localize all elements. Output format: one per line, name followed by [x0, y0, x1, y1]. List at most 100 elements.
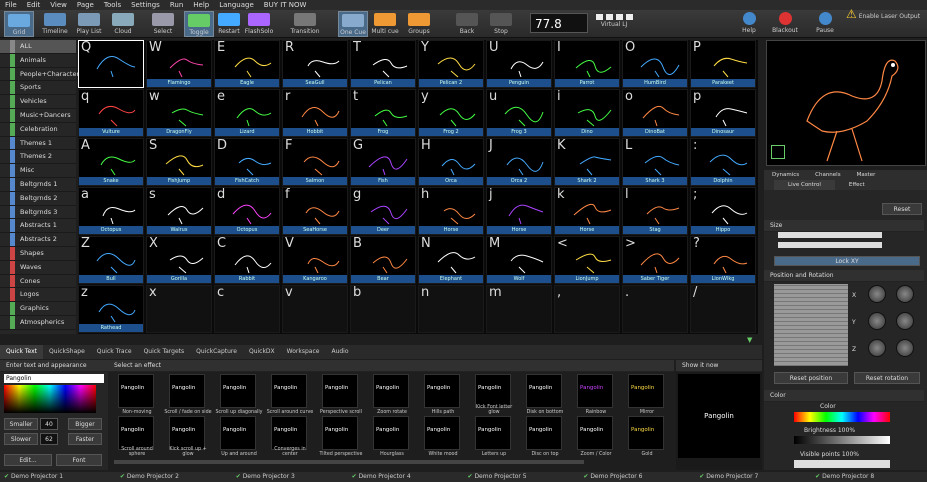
effect-tile[interactable]: Pangolin Hourglass — [373, 416, 409, 457]
cue-cell[interactable]: ; Hippo — [690, 187, 756, 235]
cue-cell[interactable]: h Horse — [418, 187, 484, 235]
position-pad[interactable] — [774, 284, 848, 366]
bottom-tab[interactable]: Quick Targets — [138, 345, 191, 359]
cue-cell[interactable]: r Hobbit — [282, 89, 348, 137]
reset-button[interactable]: Reset — [882, 203, 922, 215]
smaller-button[interactable]: Smaller — [4, 418, 38, 430]
effect-tile[interactable]: Pangolin Disc on top — [526, 416, 562, 457]
toolbar-button-12[interactable]: Back — [452, 11, 482, 37]
size-slider[interactable] — [778, 232, 882, 238]
effect-tile[interactable]: Pangolin Rainbow — [577, 374, 613, 415]
category-item[interactable]: People+Characters — [0, 67, 83, 82]
right-tool-0[interactable]: Help — [736, 11, 762, 37]
cue-cell[interactable]: A Snake — [78, 138, 144, 186]
cue-cell[interactable]: o DinoBat — [622, 89, 688, 137]
toolbar-button-8[interactable]: Transition — [290, 11, 320, 37]
color-palette[interactable] — [4, 385, 96, 413]
toolbar-button-7[interactable]: FlashSolo — [244, 11, 274, 37]
cue-cell[interactable]: P Parakeet — [690, 40, 756, 88]
right-tab[interactable]: Master — [849, 170, 884, 180]
rotation-knob[interactable] — [868, 285, 886, 303]
cue-cell[interactable]: Z Bull — [78, 236, 144, 284]
effect-tile[interactable]: Pangolin Scroll around curve — [267, 374, 313, 415]
projector-item[interactable]: Demo Projector 7 — [695, 472, 811, 482]
cue-cell[interactable]: N Elephant — [418, 236, 484, 284]
cue-cell[interactable]: H Orca — [418, 138, 484, 186]
right-tab[interactable]: Live Control — [774, 180, 835, 190]
category-item[interactable]: Themes 2 — [0, 150, 76, 165]
bottom-tab[interactable]: Quick Text — [0, 345, 44, 359]
projector-item[interactable]: Demo Projector 6 — [579, 472, 695, 482]
cue-cell[interactable]: < LionJump — [554, 236, 620, 284]
cue-cell[interactable]: G Fish — [350, 138, 416, 186]
menu-item-9[interactable]: BUY IT NOW — [259, 0, 312, 10]
menu-item-1[interactable]: Edit — [22, 0, 46, 10]
effect-tile[interactable]: Pangolin Mirror — [628, 374, 664, 415]
right-tab[interactable]: Channels — [807, 170, 848, 180]
toolbar-button-3[interactable]: Cloud — [108, 11, 138, 37]
cue-cell[interactable]: R SeaGull — [282, 40, 348, 88]
effect-tile[interactable]: Pangolin Perspective scroll — [320, 374, 362, 415]
cue-cell[interactable]: q Vulture — [78, 89, 144, 137]
cue-cell[interactable]: X Gorilla — [146, 236, 212, 284]
projector-item[interactable]: Demo Projector 4 — [348, 472, 464, 482]
category-item[interactable]: Beltgrnds 1 — [0, 177, 76, 192]
cue-cell[interactable]: E Eagle — [214, 40, 280, 88]
cue-cell[interactable]: V Kangaroo — [282, 236, 348, 284]
effect-tile[interactable]: Pangolin Zoom rotate — [373, 374, 409, 415]
preview-thumb[interactable] — [771, 145, 785, 159]
cue-cell[interactable]: / — [690, 285, 756, 333]
category-item[interactable]: Themes 1 — [0, 136, 76, 151]
category-item[interactable]: Abstracts 1 — [0, 219, 76, 234]
toolbar-button-1[interactable]: Timeline — [40, 11, 70, 37]
effect-tile[interactable]: Pangolin Scroll / fade on side — [164, 374, 212, 415]
category-item[interactable]: Animals — [0, 53, 76, 68]
brightness-slider[interactable] — [794, 436, 890, 444]
cue-cell[interactable]: j Horse — [486, 187, 552, 235]
size-field[interactable]: 40 — [40, 418, 58, 430]
projector-item[interactable]: Demo Projector 3 — [232, 472, 348, 482]
cue-cell[interactable]: J Orca 2 — [486, 138, 552, 186]
bottom-tab[interactable]: QuickCapture — [190, 345, 243, 359]
virtual-lj[interactable]: Virtual LJ — [592, 13, 636, 33]
toolbar-button-6[interactable]: Restart — [214, 11, 244, 37]
cue-cell[interactable]: y Frog 2 — [418, 89, 484, 137]
menu-item-2[interactable]: View — [45, 0, 72, 10]
projector-item[interactable]: Demo Projector 2 — [116, 472, 232, 482]
right-tool-2[interactable]: Pause — [812, 11, 838, 37]
cue-cell[interactable]: . — [622, 285, 688, 333]
effect-tile[interactable]: Pangolin Zoom / Color — [577, 416, 613, 457]
effect-tile[interactable]: Pangolin Up and around — [220, 416, 257, 457]
cue-cell[interactable]: > Saber Tiger — [622, 236, 688, 284]
projector-item[interactable]: Demo Projector 1 — [0, 472, 116, 482]
faster-button[interactable]: Faster — [68, 433, 102, 445]
effect-tile[interactable]: Pangolin Kick Font letter glow — [475, 374, 512, 415]
menu-item-3[interactable]: Page — [72, 0, 99, 10]
cue-cell[interactable]: Q — [78, 40, 144, 88]
grid-scroll-arrow[interactable]: ▼ — [747, 336, 752, 344]
menu-item-4[interactable]: Tools — [99, 0, 126, 10]
cue-cell[interactable]: U Penguin — [486, 40, 552, 88]
enable-laser-button[interactable]: ⚠ Enable Laser Output — [846, 1, 926, 27]
toolbar-button-10[interactable]: Multi cue — [370, 11, 400, 37]
speed-field[interactable]: 62 — [40, 433, 58, 445]
cue-cell[interactable]: e Lizard — [214, 89, 280, 137]
visible-points-slider[interactable] — [794, 460, 890, 468]
category-item[interactable]: Celebration — [0, 122, 76, 137]
cue-cell[interactable]: Y Pelican 2 — [418, 40, 484, 88]
cue-cell[interactable]: g Deer — [350, 187, 416, 235]
cue-cell[interactable]: ? LionWlkg — [690, 236, 756, 284]
cue-cell[interactable]: T Pelican — [350, 40, 416, 88]
cue-cell[interactable]: u Frog 3 — [486, 89, 552, 137]
rotation-knob[interactable] — [868, 339, 886, 357]
cue-cell[interactable]: O HumBird — [622, 40, 688, 88]
rotation-knob[interactable] — [868, 312, 886, 330]
projector-item[interactable]: Demo Projector 8 — [811, 472, 927, 482]
toolbar-button-5[interactable]: Toggle — [184, 11, 214, 37]
cue-cell[interactable]: i Dino — [554, 89, 620, 137]
color-slider[interactable] — [794, 412, 890, 422]
menu-item-6[interactable]: Run — [165, 0, 188, 10]
font-button[interactable]: Font — [56, 454, 102, 466]
cue-cell[interactable]: t Frog — [350, 89, 416, 137]
toolbar-button-4[interactable]: Select — [148, 11, 178, 37]
